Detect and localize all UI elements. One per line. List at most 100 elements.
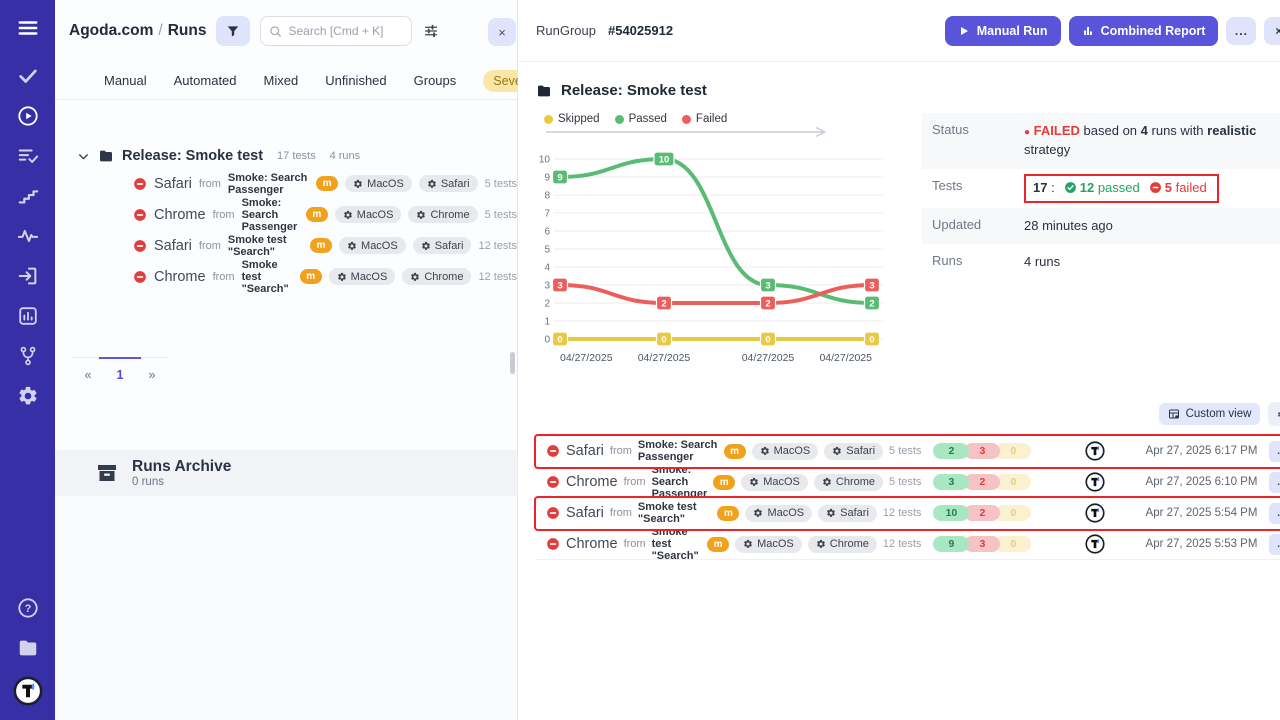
menu-icon[interactable] (16, 16, 40, 40)
run-group-name[interactable]: Release: Smoke test (122, 148, 263, 164)
legend-passed[interactable]: Passed (615, 113, 667, 125)
chevron-down-icon[interactable] (77, 150, 90, 163)
pulse-icon[interactable] (16, 224, 40, 248)
run-source: Smoke: Search Passenger (638, 439, 718, 463)
adjustments-icon[interactable] (422, 22, 440, 40)
box-arrow-icon[interactable] (16, 264, 40, 288)
run-tree-item[interactable]: Chrome from Smoke test "Search" m MacOS … (133, 261, 517, 292)
svg-text:04/27/2025: 04/27/2025 (638, 352, 691, 364)
passed-pill: 2 (933, 443, 969, 459)
os-chip: MacOS (745, 505, 812, 522)
run-result-row[interactable]: Safari from Smoke test "Search" m MacOS … (536, 498, 1280, 529)
pagination-next-button[interactable]: » (149, 368, 156, 382)
failed-status-icon (133, 177, 147, 191)
skipped-pill: 0 (995, 505, 1031, 521)
play-circle-icon[interactable] (16, 104, 40, 128)
funnel-icon (226, 24, 240, 38)
row-more-button[interactable]: ... (1269, 441, 1280, 462)
skipped-pill: 0 (995, 536, 1031, 552)
browser-chip: Chrome (808, 536, 877, 553)
testomat-logo-icon[interactable] (13, 676, 43, 706)
run-source: Smoke: Search Passenger (652, 464, 708, 500)
os-chip: MacOS (329, 268, 396, 285)
failed-status-icon (546, 475, 560, 489)
folder-icon (98, 148, 114, 164)
stairs-icon[interactable] (16, 184, 40, 208)
panel-lower-area (55, 496, 517, 720)
runs-archive-row[interactable]: Runs Archive 0 runs (55, 450, 517, 496)
run-tree-item[interactable]: Chrome from Smoke: Search Passenger m Ma… (133, 199, 517, 230)
row-more-button[interactable]: ... (1269, 534, 1280, 555)
gear-icon (826, 508, 836, 518)
run-name: Safari (566, 443, 604, 459)
run-result-row[interactable]: Safari from Smoke: Search Passenger m Ma… (536, 436, 1280, 467)
run-tests-count: 5 tests (889, 476, 921, 488)
legend-skipped[interactable]: Skipped (544, 113, 600, 125)
help-icon[interactable] (16, 596, 40, 620)
row-more-button[interactable]: ... (1269, 503, 1280, 524)
combined-report-button[interactable]: Combined Report (1069, 16, 1219, 46)
manual-run-button[interactable]: Manual Run (945, 16, 1061, 46)
row-more-button[interactable]: ... (1269, 472, 1280, 493)
rungroup-id: #54025912 (608, 23, 673, 38)
custom-view-button[interactable]: Custom view (1159, 403, 1261, 425)
run-from-label: from (213, 271, 235, 283)
check-icon[interactable] (16, 64, 40, 88)
gear-icon (416, 210, 426, 220)
branch-icon[interactable] (16, 344, 40, 368)
browser-chip: Safari (818, 505, 877, 522)
failed-status-icon (546, 444, 560, 458)
failed-pill: 2 (964, 505, 1000, 521)
tab-groups[interactable]: Groups (414, 73, 457, 88)
list-settings-button[interactable] (1268, 402, 1280, 426)
tab-manual[interactable]: Manual (104, 73, 147, 88)
legend-failed[interactable]: Failed (682, 113, 727, 125)
panel-close-button[interactable]: × (488, 18, 516, 46)
passed-pill: 3 (933, 474, 969, 490)
filter-button[interactable] (216, 16, 250, 46)
more-actions-button[interactable]: ... (1226, 17, 1256, 45)
run-tree-item[interactable]: Safari from Smoke: Search Passenger m Ma… (133, 168, 517, 199)
run-tests-count: 12 tests (478, 240, 517, 252)
os-chip: MacOS (741, 474, 808, 491)
svg-text:0: 0 (544, 335, 550, 346)
pagination-prev-button[interactable]: « (85, 368, 92, 382)
result-pills: 9 3 0 (933, 536, 1069, 552)
run-date: Apr 27, 2025 5:53 PM (1121, 538, 1257, 550)
svg-text:0: 0 (661, 335, 666, 346)
rungroup-detail-panel: RunGroup #54025912 Manual Run Combined R… (518, 0, 1280, 720)
tab-automated[interactable]: Automated (174, 73, 237, 88)
close-detail-button[interactable]: × (1264, 17, 1280, 45)
run-from-label: from (199, 178, 221, 190)
sidebar-icons-bottom (16, 596, 40, 676)
scrollbar-thumb[interactable] (510, 352, 515, 374)
run-name: Safari (154, 176, 192, 192)
failed-pill: 3 (964, 443, 1000, 459)
search-box[interactable] (260, 16, 412, 46)
bar-square-icon[interactable] (16, 304, 40, 328)
svg-text:6: 6 (544, 227, 550, 238)
gear-icon (822, 477, 832, 487)
play-icon (958, 25, 970, 37)
pagination-page-1[interactable]: 1 (117, 368, 124, 382)
gear-icon[interactable] (16, 384, 40, 408)
run-group-row[interactable]: Release: Smoke test 17 tests 4 runs (77, 144, 517, 168)
os-chip: MacOS (335, 206, 402, 223)
runs-panel-header: Agoda.com/Runs × (55, 0, 517, 62)
run-result-row[interactable]: Chrome from Smoke test "Search" m MacOS … (536, 529, 1280, 560)
page-name: Runs (168, 22, 207, 39)
project-name[interactable]: Agoda.com (69, 22, 153, 39)
manual-badge: m (717, 506, 739, 521)
svg-text:3: 3 (557, 281, 562, 292)
reporter-logo-icon (1075, 503, 1115, 523)
tab-unfinished[interactable]: Unfinished (325, 73, 386, 88)
tab-mixed[interactable]: Mixed (264, 73, 299, 88)
search-input[interactable] (288, 24, 403, 38)
run-date: Apr 27, 2025 6:10 PM (1121, 476, 1257, 488)
run-result-row[interactable]: Chrome from Smoke: Search Passenger m Ma… (536, 467, 1280, 498)
list-check-icon[interactable] (16, 144, 40, 168)
run-tree-item[interactable]: Safari from Smoke test "Search" m MacOS … (133, 230, 517, 261)
svg-text:2: 2 (765, 299, 770, 310)
search-icon (269, 25, 282, 38)
folder-icon[interactable] (16, 636, 40, 660)
